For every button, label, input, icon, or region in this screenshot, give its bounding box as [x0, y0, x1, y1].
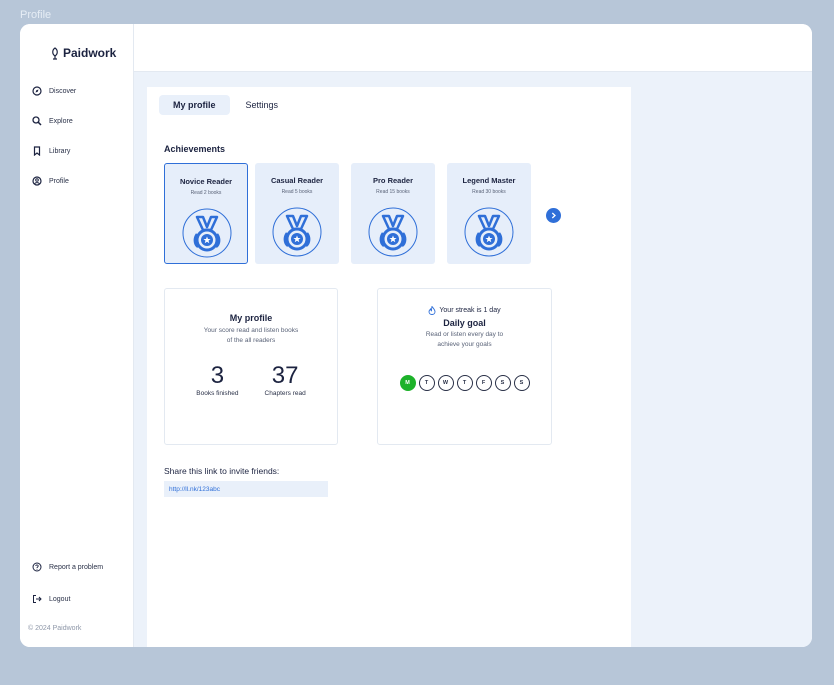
streak-text: Your streak is 1 day [439, 307, 501, 314]
search-icon [32, 116, 42, 126]
stat-books-finished: 3 Books finished [196, 362, 238, 397]
main-panel: My profile Settings Achievements Novice … [147, 87, 631, 647]
achievement-title: Casual Reader [270, 176, 324, 185]
flame-icon [428, 306, 436, 315]
profile-card-subtitle-2: of the all readers [226, 337, 276, 344]
sidebar: Paidwork Discover Explore Library Profil… [20, 24, 134, 647]
chevron-right-icon [551, 212, 556, 219]
medal-icon [182, 208, 232, 258]
achievement-title: Novice Reader [179, 177, 233, 186]
logout-icon [33, 595, 42, 603]
sidebar-item-profile[interactable]: Profile [32, 176, 69, 186]
achievement-subtitle: Read 5 books [281, 189, 313, 195]
share-label: Share this link to invite friends: [164, 466, 280, 476]
stat-label: Books finished [196, 390, 239, 397]
page-label: Profile [20, 9, 52, 21]
achievement-card-novice[interactable]: Novice Reader Read 2 books [164, 163, 248, 264]
copyright: © 2024 Paidwork [28, 625, 82, 632]
goal-subtitle-1: Read or listen every day to [425, 331, 504, 338]
brand-name: Paidwork [63, 46, 117, 60]
report-problem-button[interactable]: Report a problem [32, 562, 103, 572]
tab-settings[interactable]: Settings [232, 95, 293, 115]
goal-title: Daily goal [443, 318, 486, 328]
profile-card-subtitle-1: Your score read and listen books [203, 327, 299, 334]
next-achievements-button[interactable] [546, 208, 561, 223]
bookmark-icon [33, 146, 41, 156]
stat-value: 37 [271, 362, 299, 389]
achievement-subtitle: Read 2 books [190, 190, 222, 196]
weekday-selector: M T W T F S S [378, 375, 551, 391]
logo-icon [52, 46, 58, 60]
logout-button[interactable]: Logout [32, 594, 70, 604]
medal-icon [272, 207, 322, 257]
report-problem-label: Report a problem [49, 563, 104, 571]
achievement-title: Legend Master [462, 176, 516, 185]
tab-bar: My profile Settings [159, 95, 292, 115]
sidebar-item-label: Profile [49, 177, 69, 185]
day-wednesday[interactable]: W [437, 375, 454, 391]
top-bar [134, 24, 812, 72]
invite-link-field[interactable] [164, 481, 328, 497]
help-circle-icon [32, 562, 42, 572]
achievement-subtitle: Read 30 books [472, 189, 506, 195]
day-friday[interactable]: F [475, 375, 492, 391]
stat-chapters-read: 37 Chapters read [265, 362, 306, 397]
day-monday[interactable]: M [399, 375, 416, 391]
achievements-title: Achievements [164, 144, 226, 154]
sidebar-item-label: Library [49, 147, 71, 155]
brand-logo[interactable]: Paidwork [50, 46, 116, 60]
sidebar-item-label: Discover [49, 87, 77, 95]
stat-label: Chapters read [264, 390, 306, 397]
logout-label: Logout [49, 595, 71, 603]
stat-value: 3 [210, 362, 225, 389]
stats-row: 3 Books finished 37 Chapters read [165, 362, 337, 397]
streak-row: Your streak is 1 day [378, 306, 551, 315]
app-window: Paidwork Discover Explore Library Profil… [20, 24, 812, 647]
day-saturday[interactable]: S [494, 375, 511, 391]
day-thursday[interactable]: T [456, 375, 473, 391]
sidebar-item-library[interactable]: Library [32, 146, 70, 156]
profile-card-title: My profile [229, 313, 273, 323]
day-sunday[interactable]: S [513, 375, 530, 391]
tab-my-profile[interactable]: My profile [159, 95, 230, 115]
medal-icon [464, 207, 514, 257]
day-tuesday[interactable]: T [418, 375, 435, 391]
achievement-subtitle: Read 15 books [376, 189, 410, 195]
profile-stats-card: My profile Your score read and listen bo… [164, 288, 338, 445]
achievement-title: Pro Reader [372, 176, 414, 185]
achievement-card-casual[interactable]: Casual Reader Read 5 books [255, 163, 339, 264]
compass-icon [32, 86, 42, 96]
sidebar-item-discover[interactable]: Discover [32, 86, 76, 96]
sidebar-item-label: Explore [49, 117, 73, 125]
achievement-card-pro[interactable]: Pro Reader Read 15 books [351, 163, 435, 264]
achievement-card-legend[interactable]: Legend Master Read 30 books [447, 163, 531, 264]
goal-subtitle-2: achieve your goals [437, 341, 492, 348]
sidebar-item-explore[interactable]: Explore [32, 116, 73, 126]
medal-icon [368, 207, 418, 257]
daily-goal-card: Your streak is 1 day Daily goal Read or … [377, 288, 552, 445]
user-circle-icon [32, 176, 42, 186]
